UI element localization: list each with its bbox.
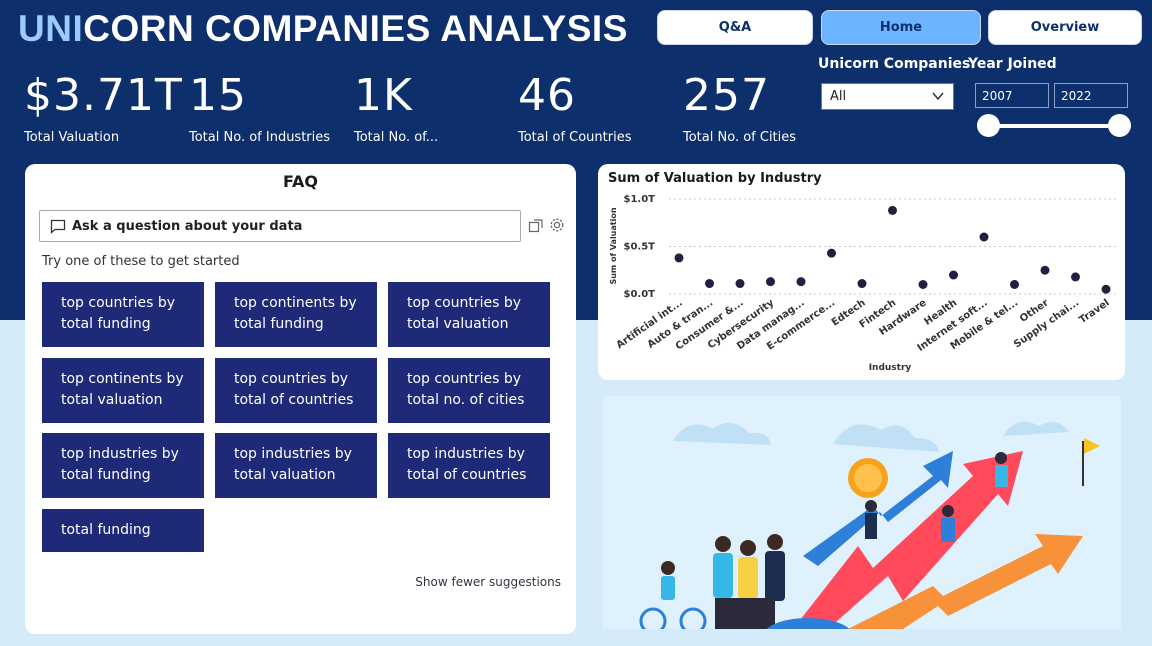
valuation-scatter-chart: $1.0T$0.5T$0.0T Artificial int...Auto & … xyxy=(609,194,1116,373)
growth-illustration xyxy=(603,396,1121,629)
suggestion-button[interactable]: total funding xyxy=(42,509,204,552)
chevron-down-icon xyxy=(932,92,944,101)
chat-icon xyxy=(50,219,66,234)
data-point[interactable] xyxy=(674,253,684,263)
y-tick-label: $0.5T xyxy=(624,242,656,253)
data-point[interactable] xyxy=(918,280,928,289)
data-point[interactable] xyxy=(1040,265,1050,275)
kpi-value: 15 xyxy=(189,70,247,121)
suggestion-button[interactable]: top countries by total no. of cities xyxy=(388,358,550,423)
kpi-total-companies: 1K Total No. of... xyxy=(354,70,438,145)
nav-qa-button[interactable]: Q&A xyxy=(657,10,813,45)
kpi-value: $3.71T xyxy=(24,70,183,121)
kpi-label: Total Valuation xyxy=(24,130,120,145)
suggestion-button[interactable]: top continents by total funding xyxy=(215,282,377,347)
show-fewer-link[interactable]: Show fewer suggestions xyxy=(415,575,561,589)
data-point[interactable] xyxy=(1010,280,1019,289)
kpi-total-cities: 257 Total No. of Cities xyxy=(683,70,796,145)
kpi-label: Total No. of... xyxy=(354,130,439,145)
data-point[interactable] xyxy=(735,279,745,289)
suggestions-hint: Try one of these to get started xyxy=(42,254,240,269)
suggestion-button[interactable]: top industries by total valuation xyxy=(215,433,377,498)
data-point[interactable] xyxy=(705,279,714,289)
year-from-input[interactable]: 2007 xyxy=(975,83,1049,108)
suggestion-button[interactable]: top countries by total of countries xyxy=(215,358,377,423)
kpi-total-industries: 15 Total No. of Industries xyxy=(189,70,330,145)
data-point[interactable] xyxy=(1071,272,1080,282)
x-tick-label: Travel xyxy=(1077,297,1111,326)
nav-home-button[interactable]: Home xyxy=(821,10,981,45)
nav-overview-button[interactable]: Overview xyxy=(988,10,1142,45)
suggestion-button[interactable]: top countries by total valuation xyxy=(388,282,550,347)
data-point[interactable] xyxy=(827,248,836,258)
data-point[interactable] xyxy=(888,205,897,215)
data-point[interactable] xyxy=(949,270,958,280)
data-point[interactable] xyxy=(857,279,867,289)
kpi-total-valuation: $3.71T Total Valuation xyxy=(24,70,183,145)
data-point[interactable] xyxy=(766,277,775,287)
page-title: UNICORN COMPANIES ANALYSIS xyxy=(18,8,628,49)
year-slider-track[interactable] xyxy=(988,124,1119,128)
suggestion-button[interactable]: top countries by total funding xyxy=(42,282,204,347)
year-slider-start-handle[interactable] xyxy=(977,114,1000,137)
x-axis-label: Industry xyxy=(869,363,912,373)
y-axis-label: Sum of Valuation xyxy=(609,207,618,284)
data-point[interactable] xyxy=(1101,284,1111,294)
kpi-value: 46 xyxy=(518,70,576,121)
year-filter-label: Year Joined xyxy=(968,56,1057,72)
kpi-value: 257 xyxy=(683,70,770,121)
companies-dropdown-value: All xyxy=(830,89,847,104)
faq-panel: FAQ Ask a question about your data Try o… xyxy=(25,164,576,634)
companies-filter-label: Unicorn Companies xyxy=(818,56,971,72)
companies-dropdown[interactable]: All xyxy=(821,83,954,110)
year-to-input[interactable]: 2022 xyxy=(1054,83,1128,108)
kpi-label: Total No. of Industries xyxy=(189,130,331,145)
suggestion-button[interactable]: top industries by total funding xyxy=(42,433,204,498)
gear-icon[interactable] xyxy=(549,217,565,233)
suggestion-button[interactable]: top industries by total of countries xyxy=(388,433,550,498)
y-tick-label: $0.0T xyxy=(624,289,656,300)
chart-panel: Sum of Valuation by Industry $1.0T $0.5T $… xyxy=(598,164,1125,380)
y-tick-label: $1.0T xyxy=(624,194,656,205)
faq-title: FAQ xyxy=(282,172,319,191)
kpi-label: Total of Countries xyxy=(518,130,632,145)
kpi-label: Total No. of Cities xyxy=(683,130,797,145)
data-point[interactable] xyxy=(796,277,806,287)
data-point[interactable] xyxy=(979,232,989,242)
ask-question-input[interactable]: Ask a question about your data xyxy=(39,210,521,242)
ask-question-placeholder: Ask a question about your data xyxy=(72,218,303,234)
convert-visual-icon[interactable] xyxy=(528,217,544,233)
kpi-total-countries: 46 Total of Countries xyxy=(518,70,632,145)
kpi-value: 1K xyxy=(354,70,413,121)
year-slider-end-handle[interactable] xyxy=(1108,114,1131,137)
suggestion-button[interactable]: top continents by total valuation xyxy=(42,358,204,423)
